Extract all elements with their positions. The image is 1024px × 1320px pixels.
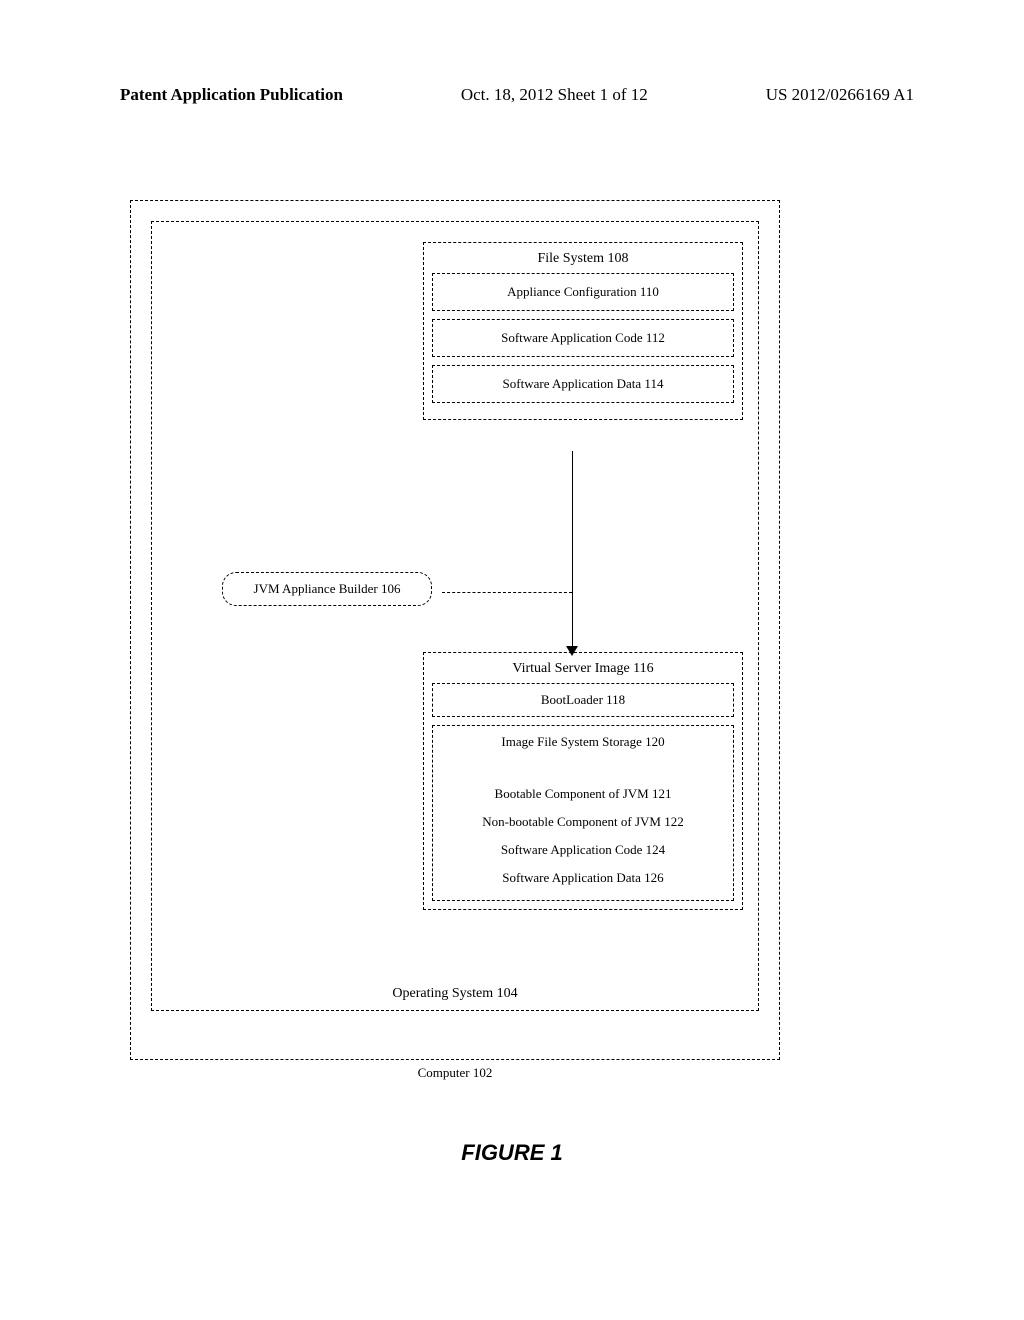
software-application-code-box: Software Application Code 112 [432, 319, 734, 357]
software-application-code: Software Application Code 124 [437, 836, 729, 864]
software-application-data-box: Software Application Data 114 [432, 365, 734, 403]
jvm-appliance-builder-box: JVM Appliance Builder 106 [222, 572, 432, 606]
header-center: Oct. 18, 2012 Sheet 1 of 12 [461, 85, 648, 105]
image-file-system-storage-label: Image File System Storage 120 [437, 734, 729, 750]
bootable-component-jvm: Bootable Component of JVM 121 [437, 780, 729, 808]
page-header: Patent Application Publication Oct. 18, … [0, 85, 1024, 105]
operating-system-box: File System 108 Appliance Configuration … [151, 221, 759, 1011]
bootloader-box: BootLoader 118 [432, 683, 734, 717]
virtual-server-image-box: Virtual Server Image 116 BootLoader 118 … [423, 652, 743, 910]
figure-caption: FIGURE 1 [0, 1140, 1024, 1166]
file-system-box: File System 108 Appliance Configuration … [423, 242, 743, 420]
appliance-configuration-box: Appliance Configuration 110 [432, 273, 734, 311]
figure-area: File System 108 Appliance Configuration … [130, 200, 780, 1060]
non-bootable-component-jvm: Non-bootable Component of JVM 122 [437, 808, 729, 836]
header-right: US 2012/0266169 A1 [766, 85, 914, 105]
image-file-system-storage-box: Image File System Storage 120 Bootable C… [432, 725, 734, 901]
computer-label: Computer 102 [131, 1065, 779, 1081]
file-system-label: File System 108 [432, 251, 734, 267]
arrow-vertical [572, 451, 573, 651]
computer-box: File System 108 Appliance Configuration … [130, 200, 780, 1060]
header-left: Patent Application Publication [120, 85, 343, 105]
software-application-data: Software Application Data 126 [437, 864, 729, 892]
operating-system-label: Operating System 104 [152, 986, 758, 1002]
arrow-horizontal [442, 592, 572, 593]
virtual-server-image-label: Virtual Server Image 116 [432, 661, 734, 677]
